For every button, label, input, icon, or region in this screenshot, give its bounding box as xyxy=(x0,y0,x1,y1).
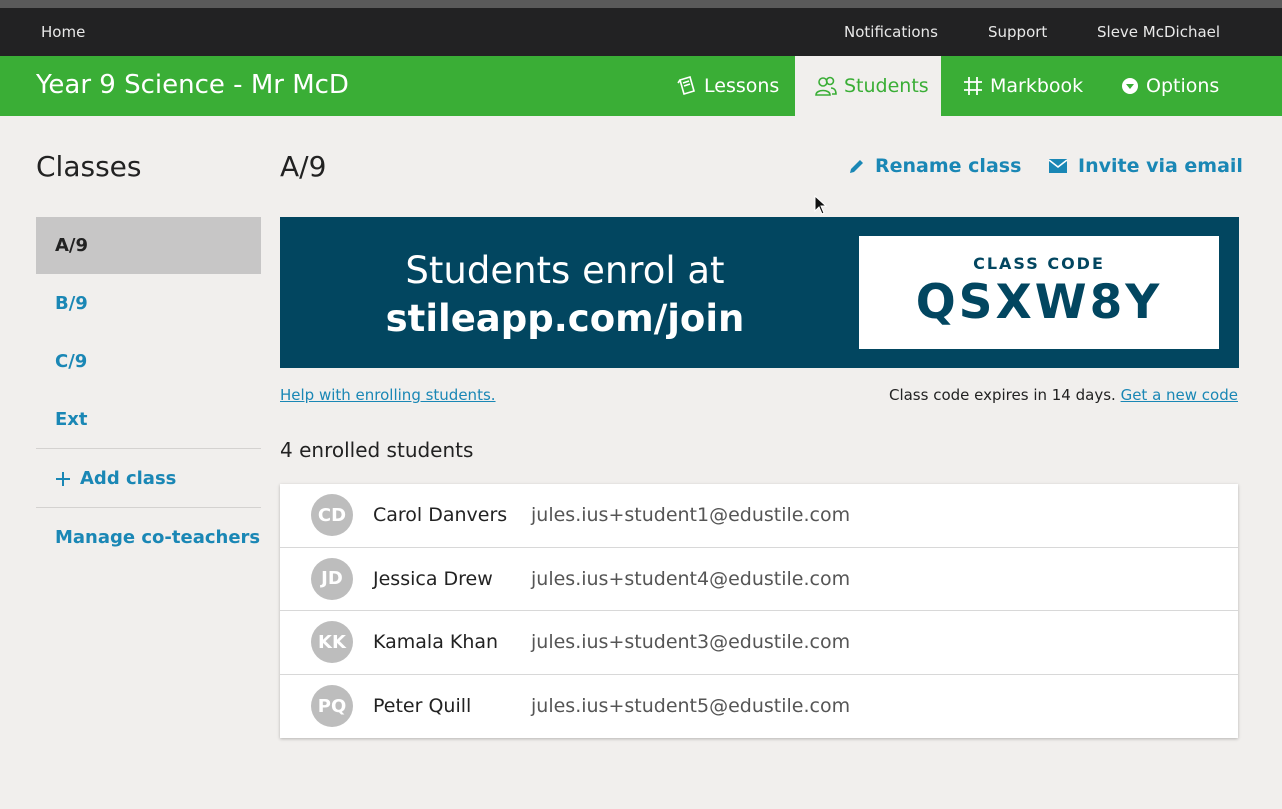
enrol-banner: Students enrol at stileapp.com/join CLAS… xyxy=(280,217,1239,368)
tab-lessons-label: Lessons xyxy=(704,75,780,97)
student-name: Carol Danvers xyxy=(373,504,508,527)
sidebar-item-c9[interactable]: C/9 xyxy=(36,333,261,390)
invite-via-email-button[interactable]: Invite via email xyxy=(1048,155,1243,177)
add-class-label: Add class xyxy=(80,468,177,489)
student-email: jules.ius+student4@edustile.com xyxy=(531,567,851,590)
home-link[interactable]: Home xyxy=(41,23,85,41)
table-row[interactable]: JD Jessica Drew jules.ius+student4@edust… xyxy=(280,548,1238,611)
pencil-icon xyxy=(848,158,865,175)
invite-via-email-label: Invite via email xyxy=(1078,155,1243,177)
class-header-bar: Year 9 Science - Mr McD Lessons Students… xyxy=(0,56,1282,116)
sidebar-divider xyxy=(36,507,261,508)
rename-class-button[interactable]: Rename class xyxy=(848,155,1021,177)
avatar: CD xyxy=(311,494,353,537)
student-name: Jessica Drew xyxy=(373,567,493,590)
table-row[interactable]: PQ Peter Quill jules.ius+student5@edusti… xyxy=(280,675,1238,739)
tab-lessons[interactable]: Lessons xyxy=(676,56,779,116)
student-list: CD Carol Danvers jules.ius+student1@edus… xyxy=(280,484,1238,738)
code-expiry: Class code expires in 14 days. Get a new… xyxy=(889,386,1238,404)
sidebar-item-b9[interactable]: B/9 xyxy=(36,275,261,332)
table-row[interactable]: CD Carol Danvers jules.ius+student1@edus… xyxy=(280,484,1238,548)
mouse-pointer-icon xyxy=(814,194,828,221)
top-navbar: Home Notifications Support Sleve McDicha… xyxy=(0,8,1282,56)
envelope-icon xyxy=(1048,158,1068,174)
help-enrolling-link[interactable]: Help with enrolling students. xyxy=(280,386,496,404)
student-email: jules.ius+student3@edustile.com xyxy=(531,631,851,654)
avatar: JD xyxy=(311,557,353,600)
markbook-grid-icon xyxy=(962,75,984,97)
tab-students-label: Students xyxy=(844,75,929,97)
avatar: PQ xyxy=(311,685,353,728)
class-code-value: QSXW8Y xyxy=(915,275,1163,330)
lessons-icon xyxy=(676,75,698,97)
sidebar-item-a9[interactable]: A/9 xyxy=(36,217,261,274)
student-email: jules.ius+student5@edustile.com xyxy=(531,695,851,718)
class-title: Year 9 Science - Mr McD xyxy=(36,70,349,100)
add-class-button[interactable]: Add class xyxy=(36,450,261,507)
plus-icon xyxy=(55,471,71,487)
student-name: Peter Quill xyxy=(373,695,472,718)
user-menu[interactable]: Sleve McDichael xyxy=(1097,23,1220,41)
avatar: KK xyxy=(311,621,353,664)
sidebar-divider xyxy=(36,448,261,449)
enrol-line-1: Students enrol at xyxy=(405,249,725,292)
tab-markbook[interactable]: Markbook xyxy=(962,56,1083,116)
enrol-url: stileapp.com/join xyxy=(385,297,745,340)
notifications-link[interactable]: Notifications xyxy=(844,23,938,41)
code-expiry-text: Class code expires in 14 days. xyxy=(888,386,1116,404)
sidebar-title: Classes xyxy=(36,150,142,183)
support-link[interactable]: Support xyxy=(988,23,1047,41)
tab-markbook-label: Markbook xyxy=(990,75,1084,97)
options-dropdown-icon xyxy=(1120,76,1140,96)
tab-options[interactable]: Options xyxy=(1120,56,1219,116)
tab-students[interactable]: Students xyxy=(795,56,941,116)
student-email: jules.ius+student1@edustile.com xyxy=(531,504,851,527)
manage-co-teachers-link[interactable]: Manage co-teachers xyxy=(36,509,261,566)
rename-class-label: Rename class xyxy=(875,155,1022,177)
enrol-instructions: Students enrol at stileapp.com/join xyxy=(280,247,850,343)
class-code-box: CLASS CODE QSXW8Y xyxy=(859,236,1219,349)
student-name: Kamala Khan xyxy=(373,631,499,654)
students-icon xyxy=(814,75,838,97)
tab-options-label: Options xyxy=(1146,75,1220,97)
page-title: A/9 xyxy=(280,150,327,183)
get-new-code-link[interactable]: Get a new code xyxy=(1121,386,1238,404)
table-row[interactable]: KK Kamala Khan jules.ius+student3@edusti… xyxy=(280,611,1238,675)
sidebar-item-ext[interactable]: Ext xyxy=(36,391,261,448)
class-code-label: CLASS CODE xyxy=(973,254,1105,273)
enrolled-count: 4 enrolled students xyxy=(280,438,474,462)
window-top-strip xyxy=(0,0,1282,8)
